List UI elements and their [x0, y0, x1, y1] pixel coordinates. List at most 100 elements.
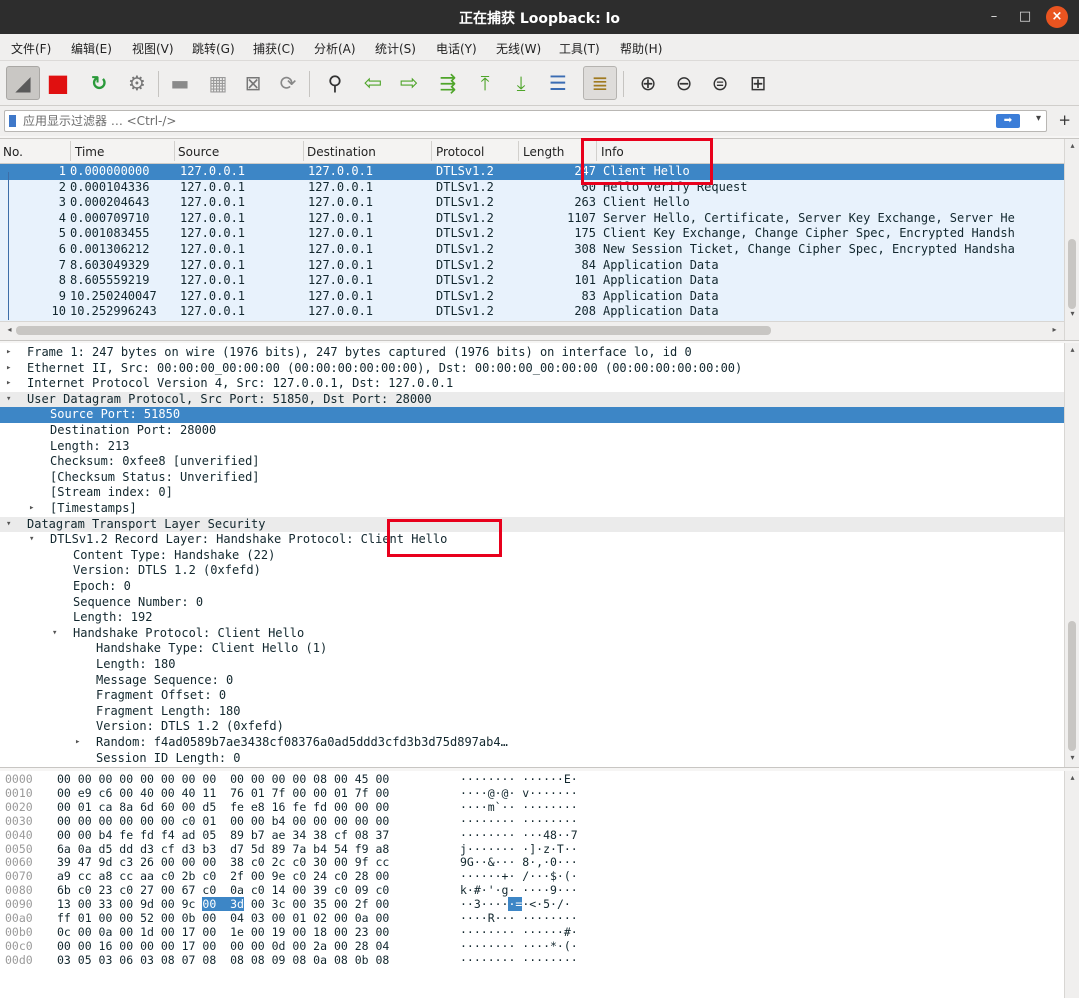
hex-row[interactable]: 0000 00 00 00 00 00 00 00 00 00 00 00 00 …: [0, 772, 1064, 787]
packet-list-vscrollbar[interactable]: ▴ ▾: [1064, 139, 1079, 340]
scroll-left-icon[interactable]: ◂: [2, 325, 17, 334]
expanded-arrow-icon[interactable]: ▾: [29, 532, 34, 548]
column-destination[interactable]: Destination: [307, 145, 376, 159]
menu-file[interactable]: 文件(F): [11, 40, 51, 57]
detail-row[interactable]: Version: DTLS 1.2 (0xfefd): [0, 563, 1064, 579]
detail-row[interactable]: Checksum: 0xfee8 [unverified]: [0, 454, 1064, 470]
auto-scroll-icon[interactable]: ☰: [541, 66, 575, 100]
ascii-bytes[interactable]: ····R··· ········: [460, 911, 578, 926]
normal-size-icon[interactable]: ⊜: [703, 66, 737, 100]
menu-help[interactable]: 帮助(H): [620, 40, 662, 57]
detail-row[interactable]: Epoch: 0: [0, 579, 1064, 595]
ascii-bytes[interactable]: ········ ···48··7: [460, 828, 578, 843]
ascii-bytes[interactable]: ··3·····=·<·5·/·: [460, 897, 571, 912]
packet-row[interactable]: 3 0.000204643 127.0.0.1 127.0.0.1 DTLSv1…: [0, 195, 1064, 211]
restart-capture-icon[interactable]: ↻: [82, 66, 116, 100]
scroll-down-icon[interactable]: ▾: [1065, 309, 1079, 318]
save-file-icon[interactable]: ▦: [201, 66, 235, 100]
hex-row[interactable]: 0090 13 00 33 00 9d 00 9c 00 3d 00 3c 00 …: [0, 897, 1064, 912]
hex-bytes[interactable]: 39 47 9d c3 26 00 00 00 38 c0 2c c0 30 0…: [57, 855, 389, 870]
hex-bytes[interactable]: 6a 0a d5 dd d3 cf d3 b3 d7 5d 89 7a b4 5…: [57, 842, 389, 857]
expanded-arrow-icon[interactable]: ▾: [6, 392, 11, 408]
resize-columns-icon[interactable]: ⊞: [741, 66, 775, 100]
hscroll-thumb[interactable]: [16, 326, 771, 335]
ascii-bytes[interactable]: k·#·'·g· ····9···: [460, 883, 578, 898]
hex-bytes[interactable]: 00 00 00 00 00 00 00 00 00 00 00 00 08 0…: [57, 772, 389, 787]
go-back-icon[interactable]: ⇦: [356, 66, 390, 100]
menu-statistics[interactable]: 统计(S): [375, 40, 416, 57]
packet-row[interactable]: 9 10.250240047 127.0.0.1 127.0.0.1 DTLSv…: [0, 289, 1064, 305]
hex-bytes[interactable]: 00 00 16 00 00 00 17 00 00 00 0d 00 2a 0…: [57, 939, 389, 954]
hex-row[interactable]: 00d0 03 05 03 06 03 08 07 08 08 08 09 08 …: [0, 953, 1064, 968]
hex-row[interactable]: 0070 a9 cc a8 cc aa c0 2b c0 2f 00 9e c0 …: [0, 869, 1064, 884]
last-packet-icon[interactable]: ⤓: [504, 66, 538, 100]
maximize-button[interactable]: □: [1014, 6, 1036, 28]
zoom-in-icon[interactable]: ⊕: [631, 66, 665, 100]
close-window-button[interactable]: ×: [1046, 6, 1068, 28]
capture-options-icon[interactable]: ⚙: [120, 66, 154, 100]
display-filter-input[interactable]: [23, 113, 983, 129]
detail-row[interactable]: Version: DTLS 1.2 (0xfefd): [0, 719, 1064, 735]
first-packet-icon[interactable]: ⤒: [468, 66, 502, 100]
ascii-bytes[interactable]: ····@·@· v·······: [460, 786, 578, 801]
hex-bytes[interactable]: 00 01 ca 8a 6d 60 00 d5 fe e8 16 fe fd 0…: [57, 800, 389, 815]
zoom-out-icon[interactable]: ⊖: [667, 66, 701, 100]
open-file-icon[interactable]: ▬: [163, 66, 197, 100]
column-length[interactable]: Length: [523, 145, 564, 159]
menu-analyze[interactable]: 分析(A): [314, 40, 356, 57]
filter-dropdown-icon[interactable]: ▾: [1036, 113, 1041, 124]
hex-bytes[interactable]: 03 05 03 06 03 08 07 08 08 08 09 08 0a 0…: [57, 953, 389, 968]
collapsed-arrow-icon[interactable]: ▸: [6, 376, 11, 392]
detail-row[interactable]: ▸ Frame 1: 247 bytes on wire (1976 bits),…: [0, 345, 1064, 361]
hex-row[interactable]: 0060 39 47 9d c3 26 00 00 00 38 c0 2c c0 …: [0, 855, 1064, 870]
packet-row[interactable]: 4 0.000709710 127.0.0.1 127.0.0.1 DTLSv1…: [0, 211, 1064, 227]
vscroll-thumb[interactable]: [1068, 621, 1076, 751]
hex-row[interactable]: 00b0 0c 00 0a 00 1d 00 17 00 1e 00 19 00 …: [0, 925, 1064, 940]
column-source[interactable]: Source: [178, 145, 219, 159]
detail-row[interactable]: Fragment Length: 180: [0, 704, 1064, 720]
detail-row[interactable]: ▸ Internet Protocol Version 4, Src: 127.0…: [0, 376, 1064, 392]
detail-row[interactable]: Source Port: 51850: [0, 407, 1064, 423]
add-filter-button[interactable]: +: [1058, 111, 1071, 129]
detail-row[interactable]: Length: 213: [0, 439, 1064, 455]
collapsed-arrow-icon[interactable]: ▸: [29, 501, 34, 517]
menu-tools[interactable]: 工具(T): [559, 40, 600, 57]
scroll-down-icon[interactable]: ▾: [1065, 753, 1079, 762]
packet-row[interactable]: 10 10.252996243 127.0.0.1 127.0.0.1 DTLS…: [0, 304, 1064, 320]
bookmark-icon[interactable]: [9, 115, 16, 127]
hex-row[interactable]: 0030 00 00 00 00 00 00 c0 01 00 00 b4 00 …: [0, 814, 1064, 829]
hex-bytes[interactable]: ff 01 00 00 52 00 0b 00 04 03 00 01 02 0…: [57, 911, 389, 926]
hex-bytes[interactable]: 00 00 b4 fe fd f4 ad 05 89 b7 ae 34 38 c…: [57, 828, 389, 843]
hex-row[interactable]: 00a0 ff 01 00 00 52 00 0b 00 04 03 00 01 …: [0, 911, 1064, 926]
detail-row[interactable]: ▸ Ethernet II, Src: 00:00:00_00:00:00 (00…: [0, 361, 1064, 377]
find-packet-icon[interactable]: ⚲: [318, 66, 352, 100]
hex-row[interactable]: 0010 00 e9 c6 00 40 00 40 11 76 01 7f 00 …: [0, 786, 1064, 801]
column-time[interactable]: Time: [75, 145, 104, 159]
ascii-bytes[interactable]: ····m`·· ········: [460, 800, 578, 815]
detail-row[interactable]: Length: 192: [0, 610, 1064, 626]
menu-telephony[interactable]: 电话(Y): [436, 40, 477, 57]
shark-fin-start-icon[interactable]: ◢: [6, 66, 40, 100]
apply-filter-button[interactable]: ➡: [996, 114, 1020, 128]
detail-row[interactable]: Session ID Length: 0: [0, 751, 1064, 767]
hex-bytes[interactable]: 00 00 00 00 00 00 c0 01 00 00 b4 00 00 0…: [57, 814, 389, 829]
detail-row[interactable]: [Checksum Status: Unverified]: [0, 470, 1064, 486]
scroll-up-icon[interactable]: ▴: [1065, 345, 1079, 354]
hex-row[interactable]: 0050 6a 0a d5 dd d3 cf d3 b3 d7 5d 89 7a …: [0, 842, 1064, 857]
ascii-bytes[interactable]: ········ ······E·: [460, 772, 578, 787]
colorize-icon[interactable]: ≣: [583, 66, 617, 100]
detail-row[interactable]: ▾ DTLSv1.2 Record Layer: Handshake Protoc…: [0, 532, 1064, 548]
packet-row[interactable]: 5 0.001083455 127.0.0.1 127.0.0.1 DTLSv1…: [0, 226, 1064, 242]
ascii-bytes[interactable]: ········ ········: [460, 814, 578, 829]
ascii-bytes[interactable]: ········ ········: [460, 953, 578, 968]
packet-row[interactable]: 6 0.001306212 127.0.0.1 127.0.0.1 DTLSv1…: [0, 242, 1064, 258]
go-to-packet-icon[interactable]: ⇶: [431, 66, 465, 100]
detail-row[interactable]: Content Type: Handshake (22): [0, 548, 1064, 564]
column-protocol[interactable]: Protocol: [436, 145, 484, 159]
hex-bytes[interactable]: 6b c0 23 c0 27 00 67 c0 0a c0 14 00 39 c…: [57, 883, 389, 898]
detail-row[interactable]: Length: 180: [0, 657, 1064, 673]
collapsed-arrow-icon[interactable]: ▸: [6, 345, 11, 361]
ascii-bytes[interactable]: ········ ····*·(·: [460, 939, 578, 954]
ascii-bytes[interactable]: ······+· /···$·(·: [460, 869, 578, 884]
hex-row[interactable]: 0020 00 01 ca 8a 6d 60 00 d5 fe e8 16 fe …: [0, 800, 1064, 815]
